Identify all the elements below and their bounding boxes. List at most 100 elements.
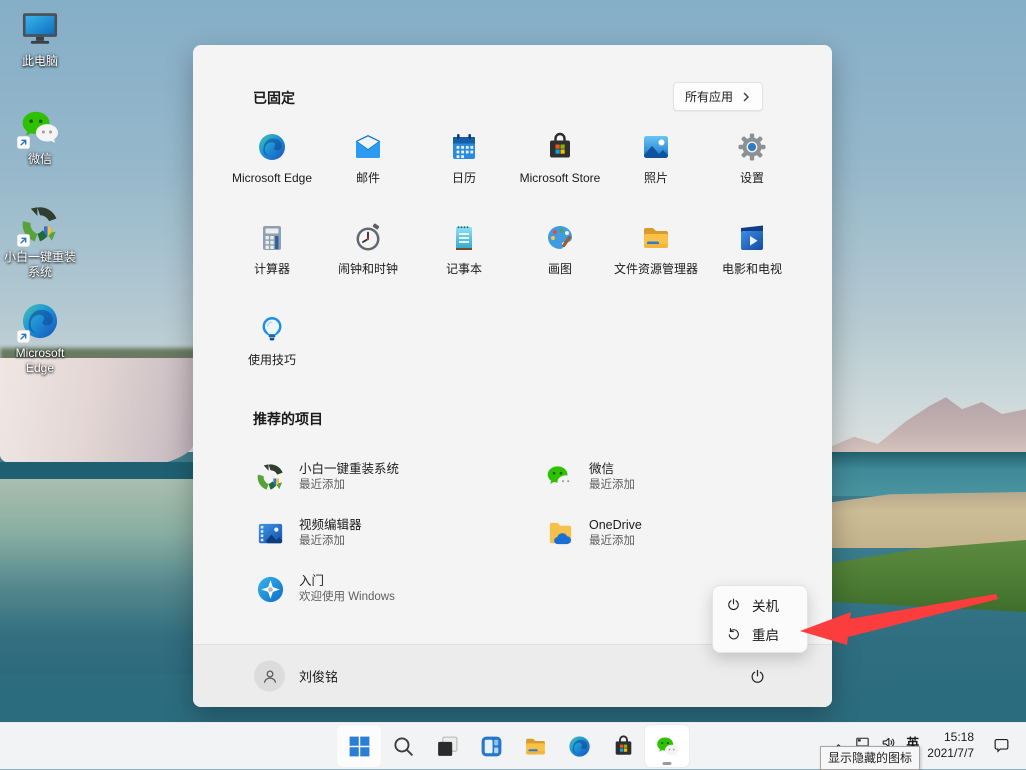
taskbar-button-search[interactable] xyxy=(381,725,425,767)
calculator-icon xyxy=(256,222,288,254)
recommended-item-title: 微信 xyxy=(589,462,615,477)
pinned-app-store[interactable]: Microsoft Store xyxy=(512,121,608,212)
paint-icon xyxy=(544,222,576,254)
pinned-app-calculator[interactable]: 计算器 xyxy=(224,212,320,303)
pinned-app-label: Microsoft Store xyxy=(519,171,601,185)
this-pc-icon xyxy=(19,8,61,50)
taskbar-button-edge[interactable] xyxy=(557,725,601,767)
photos-icon xyxy=(640,131,672,163)
video-editor-icon xyxy=(255,518,286,549)
pinned-app-label: Microsoft Edge xyxy=(231,171,313,185)
pinned-app-label: 照片 xyxy=(643,171,668,185)
search-icon xyxy=(391,734,416,759)
recommended-item-subtitle: 最近添加 xyxy=(589,478,635,491)
desktop-icon-this-pc[interactable]: 此电脑 xyxy=(2,8,78,69)
pinned-app-photos[interactable]: 照片 xyxy=(608,121,704,212)
mail-icon xyxy=(352,131,384,163)
taskbar-button-task-view[interactable] xyxy=(425,725,469,767)
power-menu-item-label: 重启 xyxy=(752,627,779,643)
taskbar-button-widgets[interactable] xyxy=(469,725,513,767)
start-menu-user-bar: 刘俊铭 xyxy=(193,644,832,707)
wallpaper-reflection xyxy=(0,479,196,674)
onedrive-icon xyxy=(545,518,576,549)
pinned-app-movies[interactable]: 电影和电视 xyxy=(704,212,800,303)
file-explorer-icon xyxy=(523,734,548,759)
shortcut-arrow-icon xyxy=(17,330,30,343)
clock-icon xyxy=(352,222,384,254)
recommended-item-video-editor[interactable]: 视频编辑器 最近添加 xyxy=(245,505,535,561)
recommended-item-subtitle: 最近添加 xyxy=(299,534,345,547)
recommended-item-title: 视频编辑器 xyxy=(299,518,362,533)
store-icon xyxy=(611,734,636,759)
recommended-item-subtitle: 最近添加 xyxy=(589,534,635,547)
edge-icon xyxy=(256,131,288,163)
pinned-apps-grid: Microsoft Edge 邮件 日历 Microsoft Store 照片 设置计算器… xyxy=(224,121,802,394)
chevron-right-icon xyxy=(743,92,749,101)
pinned-app-clock[interactable]: 闹钟和时钟 xyxy=(320,212,416,303)
power-flyout-menu: 关机重启 xyxy=(712,585,808,653)
pinned-app-label: 电影和电视 xyxy=(721,262,782,276)
settings-icon xyxy=(736,131,768,163)
desktop-icon-wechat[interactable]: 微信 xyxy=(2,106,78,167)
recommended-item-onedrive[interactable]: OneDrive 最近添加 xyxy=(535,505,825,561)
wallpaper-wheat-grass xyxy=(832,492,1026,548)
pinned-app-paint[interactable]: 画图 xyxy=(512,212,608,303)
all-apps-label: 所有应用 xyxy=(684,90,733,104)
recommended-item-xiaobai[interactable]: 小白一键重装系统 最近添加 xyxy=(245,449,535,505)
recommended-item-wechat[interactable]: 微信 最近添加 xyxy=(535,449,825,505)
pinned-app-settings[interactable]: 设置 xyxy=(704,121,800,212)
pinned-app-label: 文件资源管理器 xyxy=(613,262,698,276)
pinned-app-edge[interactable]: Microsoft Edge xyxy=(224,121,320,212)
pinned-app-label: 画图 xyxy=(547,262,572,276)
taskbar-button-wechat[interactable] xyxy=(645,725,689,767)
pinned-app-label: 记事本 xyxy=(445,262,482,276)
pinned-app-folder[interactable]: 文件资源管理器 xyxy=(608,212,704,303)
pinned-app-mail[interactable]: 邮件 xyxy=(320,121,416,212)
power-menu-item-shutdown[interactable]: 关机 xyxy=(717,590,803,619)
recommended-item-text: OneDrive 最近添加 xyxy=(589,517,642,549)
tips-icon xyxy=(256,313,288,345)
pinned-app-calendar[interactable]: 日历 xyxy=(416,121,512,212)
taskbar-button-file-explorer[interactable] xyxy=(513,725,557,767)
edge-icon xyxy=(567,734,592,759)
all-apps-button[interactable]: 所有应用 xyxy=(672,82,763,111)
tray-tooltip: 显示隐藏的图标 xyxy=(820,746,921,770)
recommended-item-title: 小白一键重装系统 xyxy=(299,462,400,477)
pinned-app-tips[interactable]: 使用技巧 xyxy=(224,303,320,394)
user-account-button[interactable]: 刘俊铭 xyxy=(246,657,346,696)
recommended-section-header: 推荐的项目 xyxy=(253,411,323,427)
recommended-item-title: OneDrive xyxy=(589,518,642,533)
pinned-app-label: 使用技巧 xyxy=(247,353,296,367)
wallpaper-lake-band xyxy=(832,452,1026,496)
restart-icon xyxy=(726,626,741,641)
recommended-item-text: 视频编辑器 最近添加 xyxy=(299,517,362,549)
recommended-item-get-started[interactable]: 入门 欢迎使用 Windows xyxy=(245,561,535,617)
person-icon xyxy=(263,670,276,683)
recommended-item-subtitle: 欢迎使用 Windows xyxy=(299,590,395,603)
desktop-icon-label: 微信 xyxy=(27,152,52,166)
taskbar-button-start[interactable] xyxy=(337,725,381,767)
desktop-icon-xiaobai[interactable]: 小白一键重装系统 xyxy=(2,204,78,280)
power-icon xyxy=(751,669,763,683)
recommended-item-title: 入门 xyxy=(299,574,325,589)
edge-icon xyxy=(17,300,61,343)
xiaobai-icon xyxy=(17,204,61,247)
pinned-app-notepad[interactable]: 记事本 xyxy=(416,212,512,303)
notification-center-button[interactable] xyxy=(992,736,1012,756)
pinned-app-label: 邮件 xyxy=(355,171,380,185)
desktop-icon-edge[interactable]: Microsoft Edge xyxy=(2,300,78,376)
recommended-item-text: 入门 欢迎使用 Windows xyxy=(299,573,395,605)
pinned-app-label: 计算器 xyxy=(253,262,290,276)
pinned-app-label: 日历 xyxy=(451,171,476,185)
movies-icon xyxy=(736,222,768,254)
pinned-section-header: 已固定 xyxy=(253,90,295,106)
taskbar-button-store[interactable] xyxy=(601,725,645,767)
start-icon xyxy=(347,734,372,759)
power-button[interactable] xyxy=(740,659,774,693)
power-menu-item-restart[interactable]: 重启 xyxy=(717,619,803,648)
desktop-icon-label: 此电脑 xyxy=(21,54,58,68)
wallpaper-shore-band xyxy=(0,462,196,479)
pinned-app-label: 设置 xyxy=(739,171,764,185)
notepad-icon xyxy=(448,222,480,254)
clock[interactable]: 15:18 2021/7/7 xyxy=(927,730,974,761)
